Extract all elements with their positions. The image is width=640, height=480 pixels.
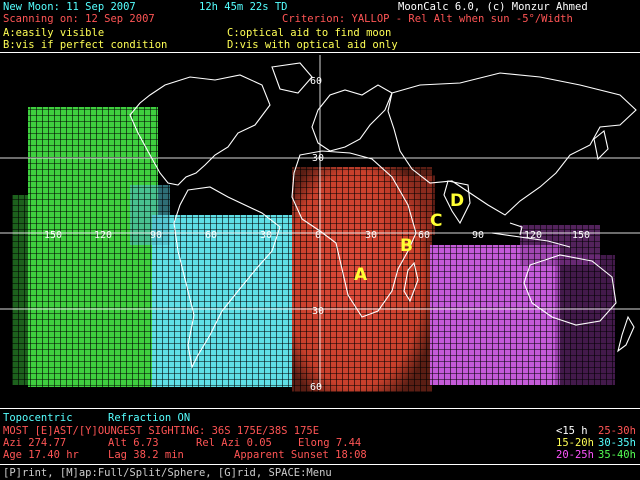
lon-label: 30 [260, 230, 272, 241]
lon-label: 30 [365, 230, 377, 241]
region-b-label: B [400, 236, 413, 256]
lon-label: 150 [44, 230, 62, 241]
lon-label: 60 [418, 230, 430, 241]
legend-item: 15-20h [556, 437, 594, 449]
key-c: C:optical aid to find moon [227, 27, 392, 39]
visibility-map[interactable]: 150 120 90 60 30 0 30 60 90 120 150 60 3… [0, 55, 640, 407]
lat-label: 30 [312, 306, 324, 317]
lon-label: 120 [524, 230, 542, 241]
age-value: Age 17.40 hr [3, 449, 79, 461]
new-moon-time: 12h 45m 22s TD [199, 1, 288, 13]
key-a: A:easily visible [3, 27, 105, 39]
rel-azi-value: Rel Azi 0.05 [196, 437, 272, 449]
footer-divider [0, 408, 640, 409]
alt-value: Alt 6.73 [108, 437, 159, 449]
new-moon-date: New Moon: 11 Sep 2007 [3, 1, 136, 13]
region-a-label: A [354, 265, 368, 285]
lat-label: 30 [312, 153, 324, 164]
lag-value: Lag 38.2 min [108, 449, 184, 461]
key-d: D:vis with optical aid only [227, 39, 398, 51]
lat-label: 60 [310, 76, 322, 87]
legend-item: 30-35h [598, 437, 636, 449]
lon-label: 120 [94, 230, 112, 241]
app-credit: MoonCalc 6.0, (c) Monzur Ahmed [398, 1, 588, 13]
topocentric-label: Topocentric [3, 412, 73, 424]
legend-item: 20-25h [556, 449, 594, 461]
criterion-label: Criterion: YALLOP - Rel Alt when sun -5°… [282, 13, 573, 25]
legend-item: 35-40h [598, 449, 636, 461]
legend-item: <15 h [556, 425, 588, 437]
lon-label: 60 [205, 230, 217, 241]
key-b: B:vis if perfect condition [3, 39, 168, 51]
legend-item: 25-30h [598, 425, 636, 437]
refraction-label: Refraction ON [108, 412, 191, 424]
lon-label: 90 [472, 230, 484, 241]
header-divider [0, 52, 640, 53]
menu-divider [0, 464, 640, 465]
lat-label: 60 [310, 382, 322, 393]
menu-bar[interactable]: [P]rint, [M]ap:Full/Split/Sphere, [G]rid… [3, 467, 332, 479]
sunset-value: Apparent Sunset 18:08 [234, 449, 367, 461]
scanning-date: Scanning on: 12 Sep 2007 [3, 13, 155, 25]
azi-value: Azi 274.77 [3, 437, 67, 449]
lon-label: 150 [572, 230, 590, 241]
lon-label: 0 [315, 230, 321, 241]
most-sighting: MOST [E]AST/[Y]OUNGEST SIGHTING: 36S 175… [3, 425, 320, 437]
elong-value: Elong 7.44 [298, 437, 362, 449]
region-c-label: C [430, 211, 442, 231]
region-d-label: D [450, 191, 464, 211]
lon-label: 90 [150, 230, 162, 241]
